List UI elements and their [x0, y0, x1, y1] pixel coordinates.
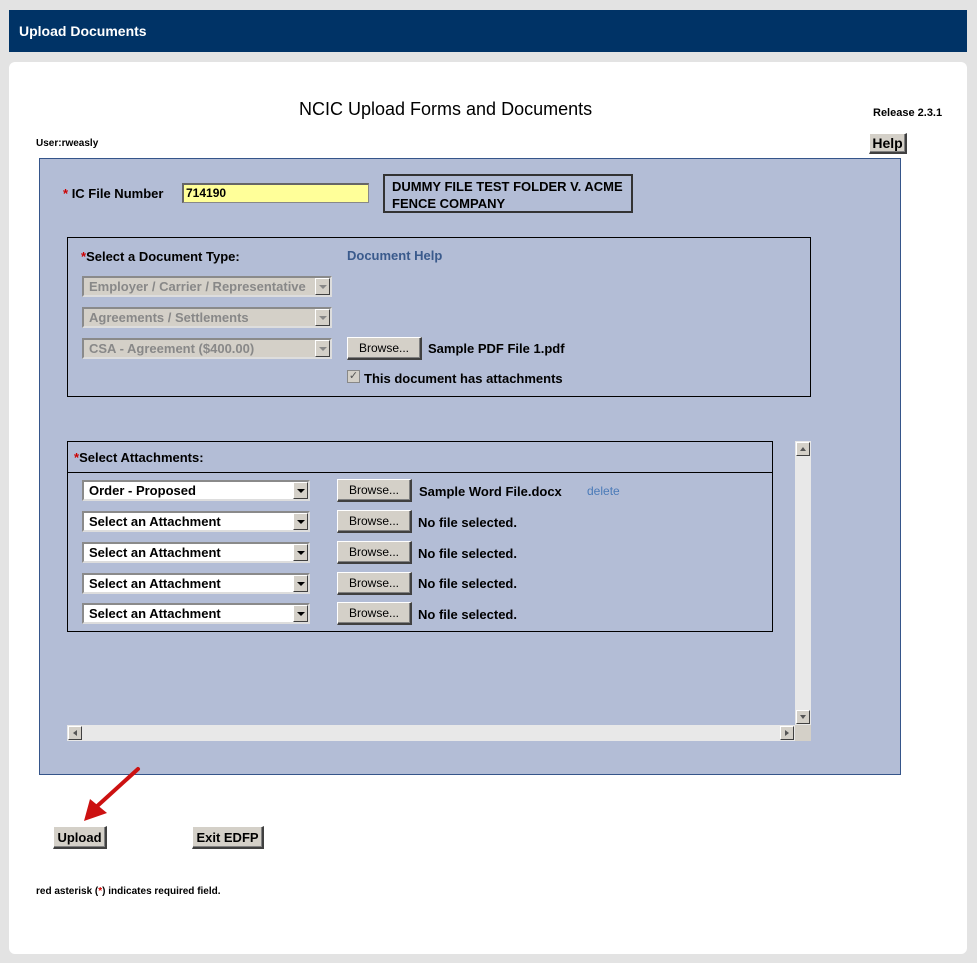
user-label: User:rweasly — [36, 138, 99, 149]
upload-button[interactable]: Upload — [53, 826, 107, 849]
red-arrow-annotation-icon — [84, 767, 140, 821]
attachment-type-select[interactable]: Select an Attachment — [82, 511, 310, 532]
party-type-select[interactable]: Employer / Carrier / Representative — [82, 276, 332, 297]
case-title-box: DUMMY FILE TEST FOLDER V. ACME FENCE COM… — [383, 174, 633, 213]
dropdown-arrow-icon — [293, 482, 308, 499]
attachments-checkbox-label: This document has attachments — [364, 371, 563, 386]
scrollbar-corner — [795, 725, 811, 741]
exit-edfp-button[interactable]: Exit EDFP — [192, 826, 264, 849]
attachment-file-name: No file selected. — [418, 515, 517, 530]
attachment-type-select[interactable]: Order - Proposed — [82, 480, 310, 501]
document-type-select[interactable]: CSA - Agreement ($400.00) — [82, 338, 332, 359]
horizontal-scrollbar[interactable] — [67, 725, 795, 741]
attachment-file-name: Sample Word File.docx — [419, 484, 562, 499]
party-type-value: Employer / Carrier / Representative — [89, 279, 306, 294]
help-button[interactable]: Help — [869, 133, 907, 154]
page-title: NCIC Upload Forms and Documents — [299, 99, 593, 119]
dropdown-arrow-icon — [293, 575, 308, 592]
document-type-text: Select a Document Type: — [86, 249, 240, 264]
ic-file-number-input[interactable]: 714190 — [182, 183, 369, 203]
attachment-browse-button[interactable]: Browse... — [337, 479, 412, 502]
attachments-label: *Select Attachments: — [74, 450, 204, 465]
document-category-value: Agreements / Settlements — [89, 310, 249, 325]
attachment-browse-button[interactable]: Browse... — [337, 541, 412, 564]
dropdown-arrow-icon — [315, 278, 330, 295]
attachment-type-select[interactable]: Select an Attachment — [82, 603, 310, 624]
attachment-type-value: Select an Attachment — [89, 606, 221, 621]
attachment-file-name: No file selected. — [418, 576, 517, 591]
document-category-select[interactable]: Agreements / Settlements — [82, 307, 332, 328]
footnote-before: red asterisk ( — [36, 886, 99, 897]
attachment-type-select[interactable]: Select an Attachment — [82, 542, 310, 563]
scroll-right-icon[interactable] — [780, 726, 794, 740]
dropdown-arrow-icon — [293, 544, 308, 561]
dropdown-arrow-icon — [315, 340, 330, 357]
attachment-type-value: Select an Attachment — [89, 545, 221, 560]
vertical-scrollbar[interactable] — [795, 441, 811, 725]
document-type-label: *Select a Document Type: — [81, 249, 240, 264]
dropdown-arrow-icon — [293, 605, 308, 622]
attachments-checkbox[interactable]: ✓ — [347, 370, 360, 383]
attachment-type-select[interactable]: Select an Attachment — [82, 573, 310, 594]
release-label: Release 2.3.1 — [873, 107, 943, 119]
scroll-down-icon[interactable] — [796, 710, 810, 724]
required-asterisk: * — [63, 186, 69, 201]
attachment-browse-button[interactable]: Browse... — [337, 572, 412, 595]
dropdown-arrow-icon — [293, 513, 308, 530]
attachment-browse-button[interactable]: Browse... — [337, 602, 412, 625]
ic-file-number-text: IC File Number — [71, 186, 164, 201]
delete-attachment-link[interactable]: delete — [587, 484, 620, 498]
dropdown-arrow-icon — [315, 309, 330, 326]
attachment-browse-button[interactable]: Browse... — [337, 510, 412, 533]
attachment-type-value: Select an Attachment — [89, 576, 221, 591]
attachment-type-value: Order - Proposed — [89, 483, 196, 498]
attachment-type-value: Select an Attachment — [89, 514, 221, 529]
attachments-text: Select Attachments: — [79, 450, 204, 465]
footnote-after: ) indicates required field. — [102, 886, 221, 897]
ic-file-number-label: * IC File Number — [63, 186, 163, 201]
document-browse-button[interactable]: Browse... — [347, 337, 422, 360]
document-type-value: CSA - Agreement ($400.00) — [89, 341, 255, 356]
attachment-file-name: No file selected. — [418, 607, 517, 622]
attachment-file-name: No file selected. — [418, 546, 517, 561]
required-field-footnote: red asterisk (*) indicates required fiel… — [36, 886, 221, 897]
document-help-link[interactable]: Document Help — [347, 248, 442, 263]
document-file-name: Sample PDF File 1.pdf — [428, 341, 565, 356]
window-title: Upload Documents — [9, 10, 967, 52]
scroll-up-icon[interactable] — [796, 442, 810, 456]
scroll-left-icon[interactable] — [68, 726, 82, 740]
